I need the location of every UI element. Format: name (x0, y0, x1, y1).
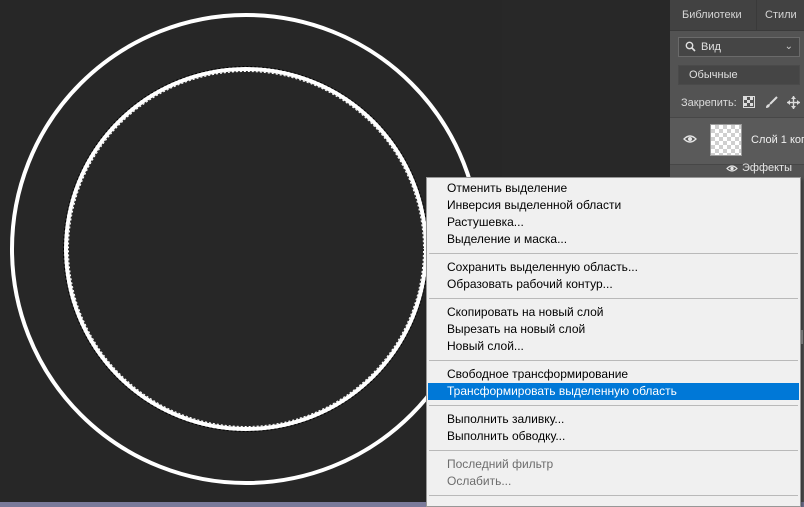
eye-icon[interactable] (726, 164, 738, 173)
chevron-down-icon: ⌄ (784, 41, 793, 52)
menu-separator (429, 495, 798, 496)
panel-tabs: Библиотеки Стили (670, 0, 804, 31)
menu-item[interactable]: Новый слой... (428, 338, 799, 355)
effects-row[interactable]: Эффекты (670, 160, 804, 178)
menu-item[interactable]: Скопировать на новый слой (428, 304, 799, 321)
menu-item[interactable]: Выполнить обводку... (428, 428, 799, 445)
layer-name[interactable]: Слой 1 копия (751, 134, 804, 146)
move-icon[interactable] (787, 96, 800, 109)
menu-item[interactable]: Выполнить заливку... (428, 411, 799, 428)
menu-item[interactable]: Образовать рабочий контур... (428, 276, 799, 293)
inner-ring (64, 67, 428, 431)
menu-separator (429, 405, 798, 406)
layer-filter-label: Вид (701, 41, 721, 53)
menu-item[interactable]: Последний фильтр (428, 456, 799, 473)
menu-item[interactable]: Трансформировать выделенную область (428, 383, 799, 400)
menu-separator (429, 253, 798, 254)
menu-separator (429, 450, 798, 451)
menu-item[interactable]: Вырезать на новый слой (428, 321, 799, 338)
lock-row: Закрепить: (670, 94, 804, 112)
menu-item[interactable]: Сохранить выделенную область... (428, 259, 799, 276)
tab-libraries[interactable]: Библиотеки (674, 0, 750, 30)
menu-item[interactable]: Свободное трансформирование (428, 366, 799, 383)
eye-icon[interactable] (683, 134, 697, 144)
brush-icon[interactable] (765, 96, 778, 109)
outer-ring (10, 13, 482, 485)
menu-separator (429, 298, 798, 299)
menu-item[interactable]: Ослабить... (428, 473, 799, 490)
menu-item[interactable]: Выделение и маска... (428, 231, 799, 248)
menu-item[interactable]: Отменить выделение (428, 180, 799, 197)
layer-row[interactable]: Слой 1 копия (670, 117, 804, 165)
effects-label: Эффекты (742, 162, 793, 174)
layer-filter-dropdown[interactable]: Вид ⌄ (678, 37, 800, 57)
menu-item[interactable]: Инверсия выделенной области (428, 197, 799, 214)
blend-mode-value: Обычные (689, 69, 738, 81)
layer-thumbnail[interactable] (710, 124, 742, 156)
menu-item[interactable]: Растушевка... (428, 214, 799, 231)
selection-marquee-inner (68, 71, 424, 427)
search-icon (685, 41, 696, 52)
tab-styles[interactable]: Стили (756, 0, 804, 30)
lock-label: Закрепить: (681, 97, 737, 109)
lock-transparency-icon[interactable] (743, 96, 755, 108)
blend-mode-dropdown[interactable]: Обычные (678, 65, 800, 85)
context-menu: Отменить выделение Инверсия выделенной об… (426, 177, 801, 507)
menu-separator (429, 360, 798, 361)
